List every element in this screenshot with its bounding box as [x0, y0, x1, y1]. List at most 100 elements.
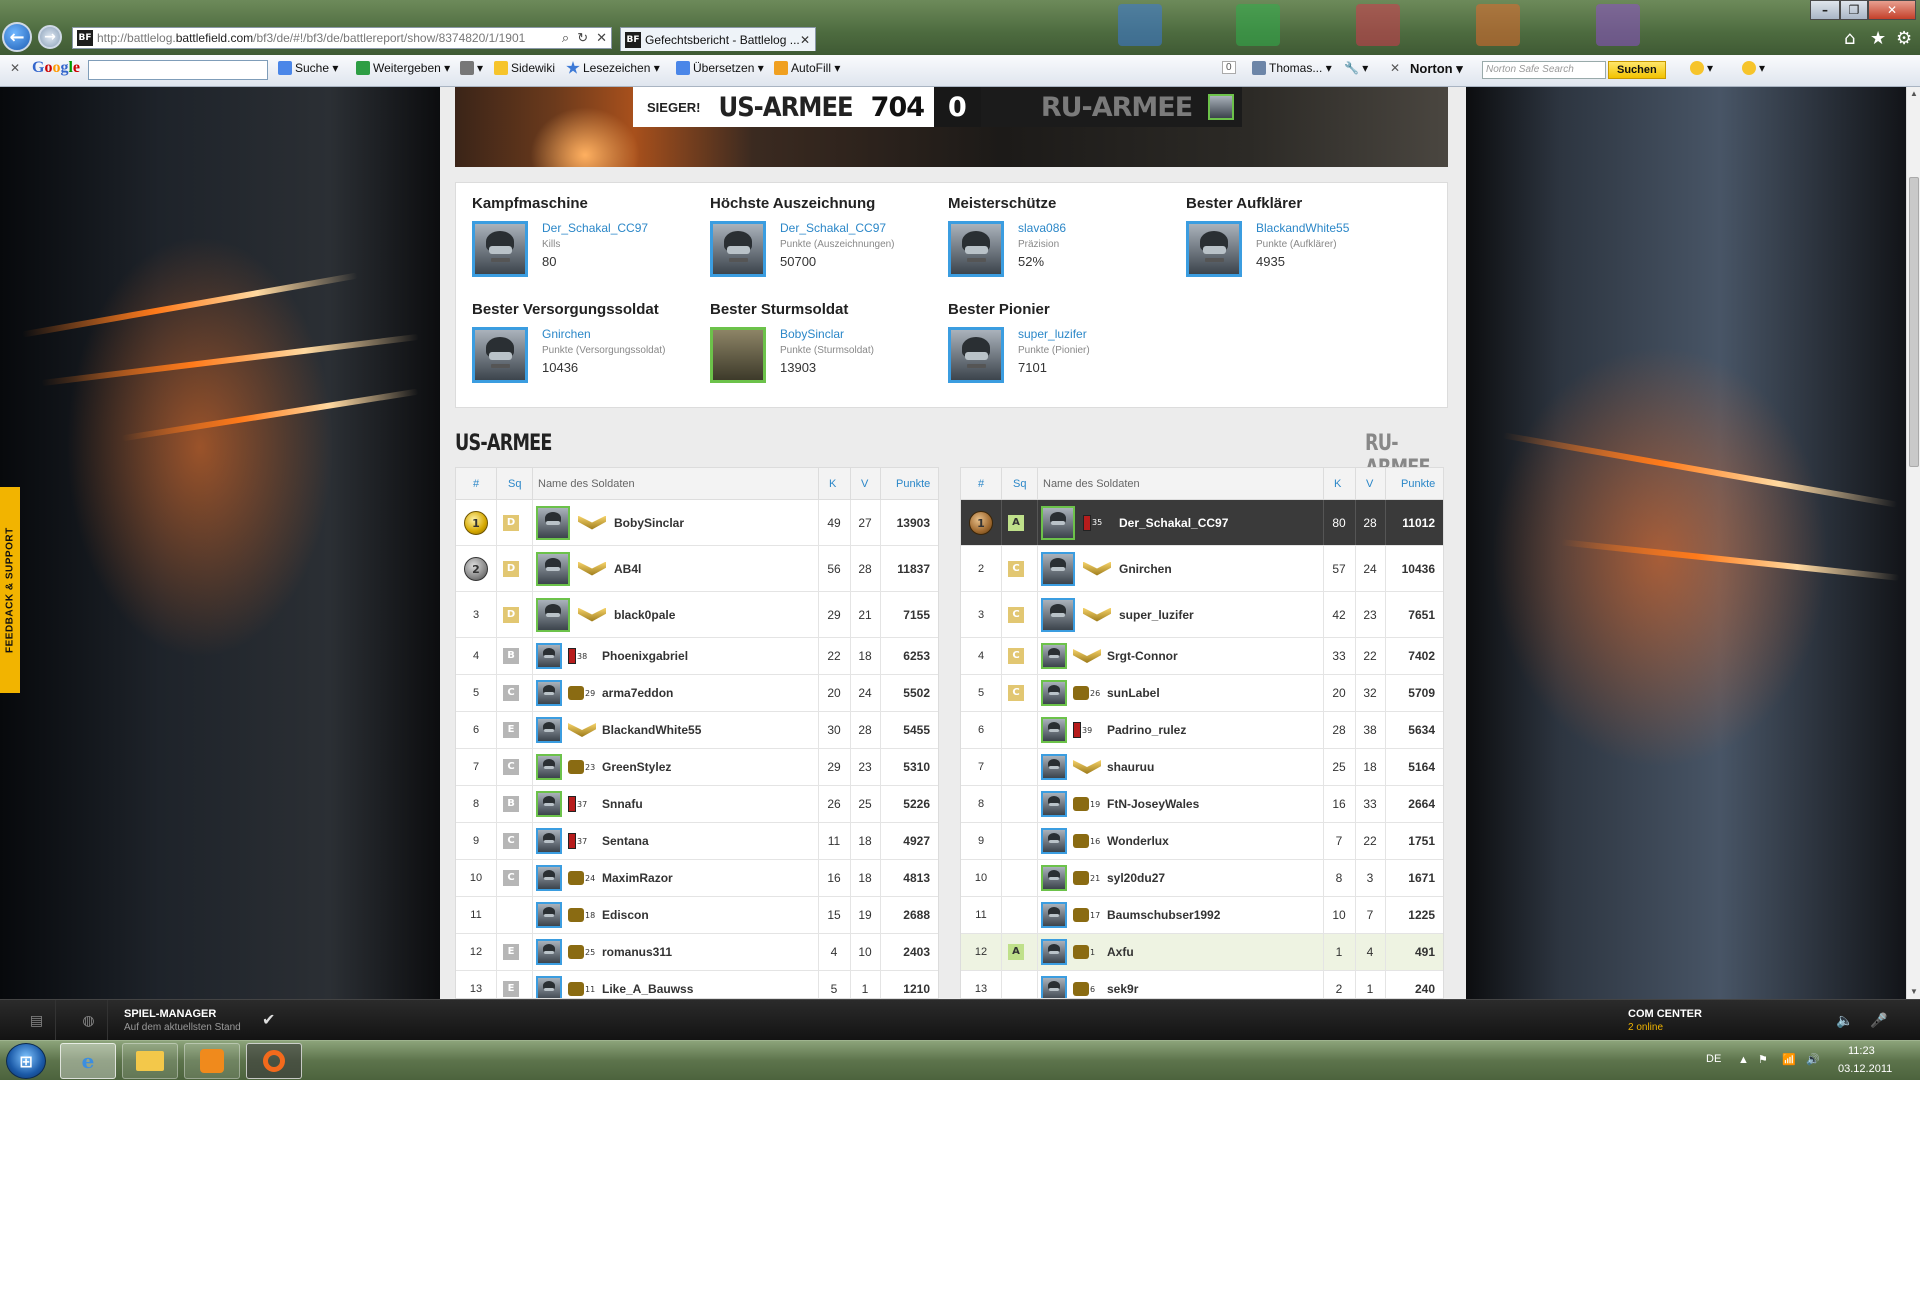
player-name-link[interactable]: BlackandWhite55 — [602, 723, 701, 737]
player-row[interactable]: 10 21 syl20du27 8 3 1671 — [961, 860, 1443, 897]
col-deaths-header[interactable]: V — [1366, 478, 1373, 490]
player-avatar[interactable] — [1041, 939, 1067, 965]
player-row[interactable]: 2 D AB4l 56 28 11837 — [456, 546, 938, 592]
uebersetzen-button[interactable]: Übersetzen ▾ — [676, 61, 764, 75]
player-row[interactable]: 6 E BlackandWhite55 30 28 5455 — [456, 712, 938, 749]
player-row[interactable]: 11 18 Ediscon 15 19 2688 — [456, 897, 938, 934]
forward-button[interactable]: → — [38, 25, 62, 49]
player-row[interactable]: 7 C 23 GreenStylez 29 23 5310 — [456, 749, 938, 786]
player-name-link[interactable]: Axfu — [1107, 945, 1134, 959]
autofill-button[interactable]: AutoFill ▾ — [774, 61, 840, 75]
vertical-scrollbar[interactable]: ▲ ▼ — [1906, 87, 1920, 999]
player-row[interactable]: 12 E 25 romanus311 4 10 2403 — [456, 934, 938, 971]
col-deaths-header[interactable]: V — [861, 478, 868, 490]
clock-time[interactable]: 11:23 — [1848, 1045, 1875, 1057]
maximize-button[interactable]: ❐ — [1840, 0, 1868, 20]
player-row[interactable]: 13 E 11 Like_A_Bauwss 5 1 1210 — [456, 971, 938, 998]
player-avatar[interactable] — [536, 551, 570, 586]
player-row[interactable]: 8 B 37 Snnafu 26 25 5226 — [456, 786, 938, 823]
norton-search-button[interactable]: Suchen — [1608, 61, 1666, 79]
player-name-link[interactable]: Baumschubser1992 — [1107, 908, 1220, 922]
player-avatar[interactable] — [1041, 680, 1067, 706]
award-player-link[interactable]: Gnirchen — [542, 327, 591, 341]
player-name-link[interactable]: FtN-JoseyWales — [1107, 797, 1199, 811]
award-avatar[interactable] — [948, 327, 1004, 383]
player-avatar[interactable] — [536, 680, 562, 706]
award-player-link[interactable]: Der_Schakal_CC97 — [780, 221, 886, 235]
award-avatar[interactable] — [472, 221, 528, 277]
scroll-up-icon[interactable]: ▲ — [1909, 89, 1919, 99]
col-squad-header[interactable]: Sq — [1013, 478, 1026, 490]
google-search-input[interactable] — [88, 60, 268, 80]
player-row[interactable]: 3 Csuper_luzifer 42 23 7651 — [961, 592, 1443, 638]
flag-icon[interactable]: ⚑ — [1758, 1053, 1768, 1066]
close-window-button[interactable]: ✕ — [1868, 0, 1916, 20]
notification-count[interactable]: 0 — [1222, 61, 1236, 74]
player-row[interactable]: 1 D BobySinclar 49 27 13903 — [456, 500, 938, 546]
award-avatar[interactable] — [948, 221, 1004, 277]
player-row[interactable]: 5 C 26 sunLabel 20 32 5709 — [961, 675, 1443, 712]
player-row[interactable]: 1 A 35 Der_Schakal_CC97 80 28 11012 — [961, 500, 1443, 546]
close-tab-icon[interactable]: ✕ — [800, 33, 810, 47]
taskbar-ie-icon[interactable]: e — [60, 1043, 116, 1079]
close-norton-icon[interactable]: ✕ — [1390, 61, 1400, 75]
player-avatar[interactable] — [536, 939, 562, 965]
player-avatar[interactable] — [1041, 754, 1067, 780]
game-manager-title[interactable]: SPIEL-MANAGER — [124, 1008, 216, 1020]
col-rank-header[interactable]: # — [978, 478, 984, 490]
player-avatar[interactable] — [1041, 791, 1067, 817]
player-avatar[interactable] — [536, 902, 562, 928]
lesezeichen-button[interactable]: Lesezeichen ▾ — [566, 61, 660, 75]
player-name-link[interactable]: Phoenixgabriel — [602, 649, 688, 663]
taskbar-origin-icon[interactable] — [246, 1043, 302, 1079]
player-name-link[interactable]: romanus311 — [602, 945, 672, 959]
player-avatar[interactable] — [536, 717, 562, 743]
col-points-header[interactable]: Punkte — [896, 478, 930, 490]
player-row[interactable]: 3 Dblack0pale 29 21 7155 — [456, 592, 938, 638]
award-avatar[interactable] — [472, 327, 528, 383]
player-avatar[interactable] — [536, 597, 570, 632]
show-hidden-icons[interactable]: ▲ — [1738, 1054, 1749, 1066]
settings-gear-icon[interactable]: ⚙ — [1896, 28, 1912, 49]
scrollbar-thumb[interactable] — [1909, 177, 1919, 467]
scroll-down-icon[interactable]: ▼ — [1909, 987, 1919, 997]
speaker-icon[interactable]: 🔊 — [1806, 1053, 1820, 1066]
col-squad-header[interactable]: Sq — [508, 478, 521, 490]
player-name-link[interactable]: Der_Schakal_CC97 — [1119, 516, 1228, 530]
player-avatar[interactable] — [536, 643, 562, 669]
player-avatar[interactable] — [1041, 643, 1067, 669]
address-bar[interactable]: BF http://battlelog.battlefield.com/bf3/… — [72, 27, 612, 49]
home-icon[interactable]: ⌂ — [1844, 28, 1855, 49]
player-row[interactable]: 5 C 29 arma7eddon 20 24 5502 — [456, 675, 938, 712]
player-row[interactable]: 11 17 Baumschubser1992 10 7 1225 — [961, 897, 1443, 934]
player-name-link[interactable]: Srgt-Connor — [1107, 649, 1178, 663]
game-manager-globe-icon[interactable]: ◍ — [70, 1000, 108, 1041]
player-name-link[interactable]: Padrino_rulez — [1107, 723, 1186, 737]
player-name-link[interactable]: Ediscon — [602, 908, 649, 922]
award-player-link[interactable]: BlackandWhite55 — [1256, 221, 1349, 235]
close-toolbar-icon[interactable]: ✕ — [10, 61, 20, 75]
player-name-link[interactable]: Snnafu — [602, 797, 643, 811]
norton-search-input[interactable]: Norton Safe Search — [1482, 61, 1606, 79]
award-player-link[interactable]: BobySinclar — [780, 327, 844, 341]
player-avatar[interactable] — [1041, 505, 1075, 540]
award-avatar[interactable] — [710, 221, 766, 277]
identity-safe-icon[interactable]: ▾ — [1742, 61, 1765, 75]
url-text[interactable]: http://battlelog.battlefield.com/bf3/de/… — [97, 31, 558, 45]
player-name-link[interactable]: MaximRazor — [602, 871, 673, 885]
player-name-link[interactable]: super_luzifer — [1119, 608, 1194, 622]
player-row[interactable]: 8 19 FtN-JoseyWales 16 33 2664 — [961, 786, 1443, 823]
col-kills-header[interactable]: K — [1334, 478, 1341, 490]
player-row[interactable]: 6 39 Padrino_rulez 28 38 5634 — [961, 712, 1443, 749]
clock-date[interactable]: 03.12.2011 — [1838, 1063, 1892, 1075]
player-row[interactable]: 12 A 1 Axfu 1 4 491 — [961, 934, 1443, 971]
suche-button[interactable]: Suche ▾ — [278, 61, 338, 75]
col-name-header[interactable]: Name des Soldaten — [1043, 478, 1140, 490]
player-name-link[interactable]: GreenStylez — [602, 760, 671, 774]
award-player-link[interactable]: super_luzifer — [1018, 327, 1087, 341]
col-kills-header[interactable]: K — [829, 478, 836, 490]
weitergeben-button[interactable]: Weitergeben ▾ — [356, 61, 450, 75]
player-row[interactable]: 10 C 24 MaximRazor 16 18 4813 — [456, 860, 938, 897]
player-name-link[interactable]: BobySinclar — [614, 516, 684, 530]
norton-menu[interactable]: Norton ▾ — [1410, 61, 1463, 77]
